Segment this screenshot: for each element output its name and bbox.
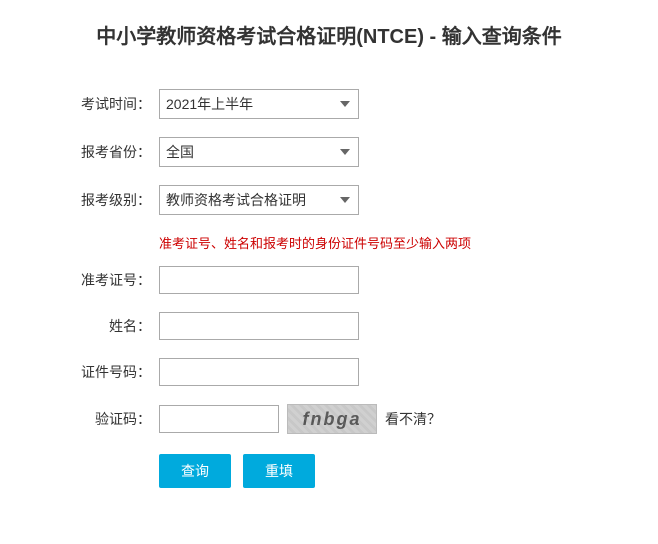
- exam-time-row: 考试时间： 2021年上半年 2020年下半年 2020年上半年: [69, 89, 589, 119]
- name-row: 姓名：: [69, 312, 589, 340]
- id-wrapper: [159, 358, 589, 386]
- id-input[interactable]: [159, 358, 359, 386]
- reset-button[interactable]: 重填: [243, 454, 315, 488]
- exam-no-label: 准考证号：: [69, 270, 159, 290]
- captcha-refresh-link[interactable]: 看不清？: [385, 409, 441, 429]
- captcha-image[interactable]: fnbga: [287, 404, 377, 434]
- captcha-label: 验证码：: [69, 409, 159, 429]
- button-row: 查询 重填: [159, 454, 589, 488]
- name-label: 姓名：: [69, 316, 159, 336]
- error-message: 准考证号、姓名和报考时的身份证件号码至少输入两项: [159, 233, 589, 252]
- exam-no-row: 准考证号：: [69, 266, 589, 294]
- captcha-row: 验证码： fnbga 看不清？: [69, 404, 589, 434]
- province-label: 报考省份：: [69, 142, 159, 162]
- exam-time-wrapper: 2021年上半年 2020年下半年 2020年上半年: [159, 89, 589, 119]
- id-row: 证件号码：: [69, 358, 589, 386]
- exam-time-label: 考试时间：: [69, 94, 159, 114]
- level-wrapper: 教师资格考试合格证明 中学教师 小学教师: [159, 185, 589, 215]
- captcha-input[interactable]: [159, 405, 279, 433]
- province-wrapper: 全国 北京 上海 广东: [159, 137, 589, 167]
- level-select[interactable]: 教师资格考试合格证明 中学教师 小学教师: [159, 185, 359, 215]
- exam-no-wrapper: [159, 266, 589, 294]
- province-select[interactable]: 全国 北京 上海 广东: [159, 137, 359, 167]
- form-container: 考试时间： 2021年上半年 2020年下半年 2020年上半年 报考省份： 全…: [69, 89, 589, 488]
- name-wrapper: [159, 312, 589, 340]
- page-title: 中小学教师资格考试合格证明(NTCE) - 输入查询条件: [30, 20, 628, 59]
- exam-no-input[interactable]: [159, 266, 359, 294]
- page-container: 中小学教师资格考试合格证明(NTCE) - 输入查询条件 考试时间： 2021年…: [0, 0, 658, 544]
- name-input[interactable]: [159, 312, 359, 340]
- query-button[interactable]: 查询: [159, 454, 231, 488]
- province-row: 报考省份： 全国 北京 上海 广东: [69, 137, 589, 167]
- exam-time-select[interactable]: 2021年上半年 2020年下半年 2020年上半年: [159, 89, 359, 119]
- level-row: 报考级别： 教师资格考试合格证明 中学教师 小学教师: [69, 185, 589, 215]
- level-label: 报考级别：: [69, 190, 159, 210]
- id-label: 证件号码：: [69, 362, 159, 382]
- captcha-text: fnbga: [303, 409, 362, 430]
